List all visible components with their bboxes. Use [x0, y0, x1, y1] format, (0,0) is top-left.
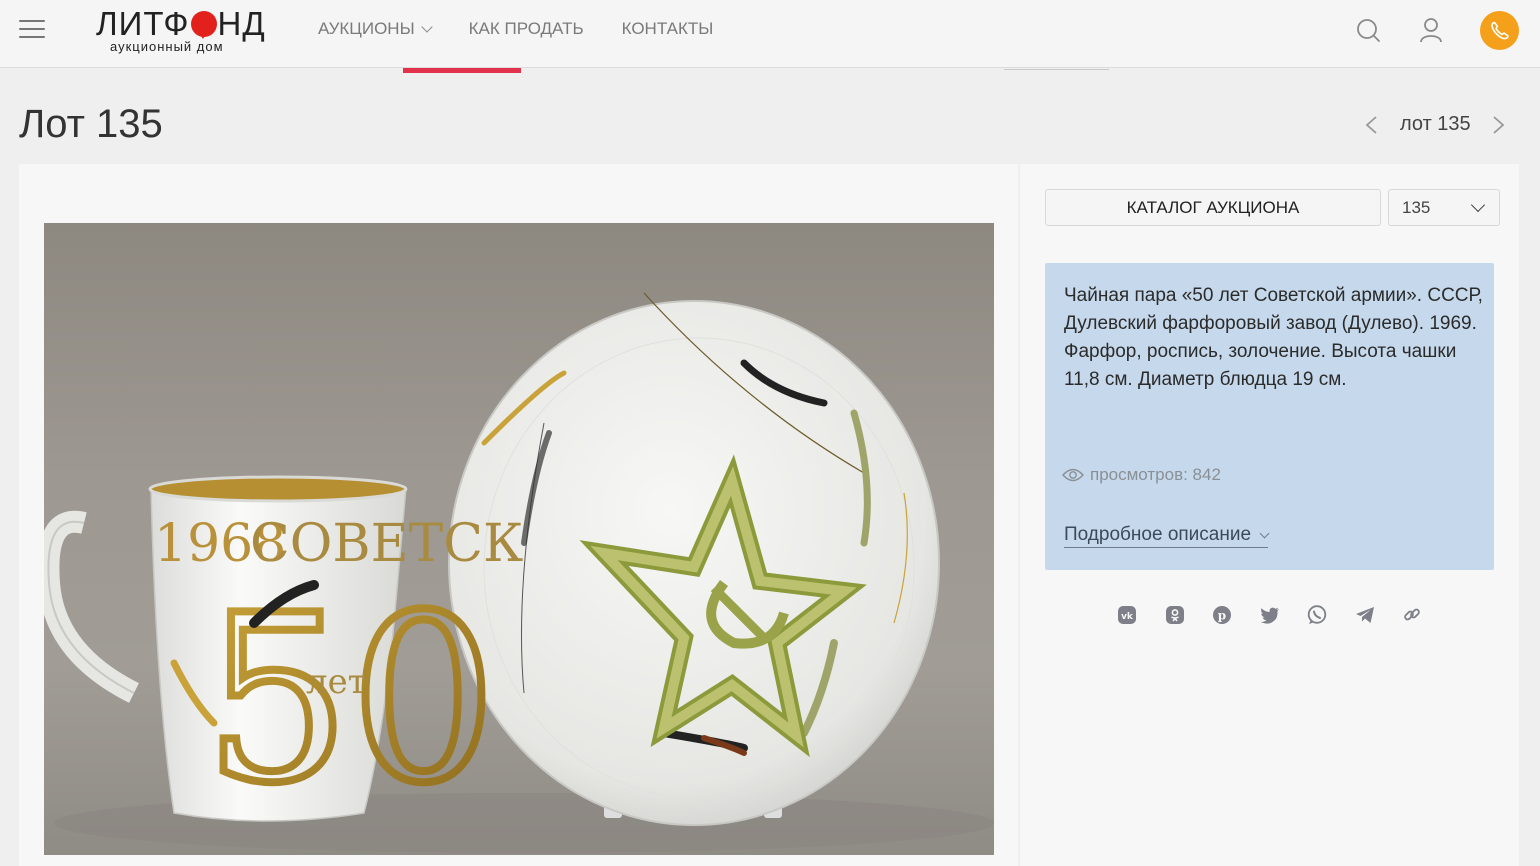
menu-icon[interactable]	[19, 20, 45, 40]
main-nav: АУКЦИОНЫ КАК ПРОДАТЬ КОНТАКТЫ	[318, 19, 751, 39]
odnoklassniki-icon[interactable]	[1162, 602, 1188, 628]
views-text: просмотров: 842	[1090, 465, 1221, 484]
user-icon[interactable]	[1417, 16, 1445, 44]
svg-text:p: p	[1218, 609, 1226, 623]
views-counter: просмотров: 842	[1062, 465, 1221, 485]
chevron-down-icon	[1470, 197, 1486, 213]
chevron-down-icon	[1259, 528, 1270, 538]
share-buttons: vk p	[1114, 602, 1447, 628]
cup-word-text: СОВЕТСК	[250, 514, 523, 574]
tea-set-image: 1968 СОВЕТСК 50 лет	[44, 292, 994, 853]
link-icon[interactable]	[1399, 602, 1425, 628]
nav-contacts[interactable]: КОНТАКТЫ	[622, 19, 714, 39]
svg-text:vk: vk	[1121, 612, 1134, 622]
telegram-icon[interactable]	[1352, 602, 1378, 628]
auction-catalog-button[interactable]: КАТАЛОГ АУКЦИОНА	[1045, 189, 1381, 226]
detailed-description-link[interactable]: Подробное описание	[1064, 524, 1270, 548]
lot-number-select[interactable]: 135	[1388, 189, 1500, 226]
lot-select-value: 135	[1402, 198, 1431, 217]
detailed-description-label: Подробное описание	[1064, 524, 1252, 545]
phone-icon	[1491, 21, 1509, 40]
lot-description: Чайная пара «50 лет Советской армии». СС…	[1064, 285, 1483, 390]
nav-how-to-sell[interactable]: КАК ПРОДАТЬ	[469, 19, 584, 39]
site-header: ЛИТФ НД аукционный дом АУКЦИОНЫ КАК ПРОДА…	[0, 0, 1540, 68]
logo-subtitle: аукционный дом	[110, 39, 224, 54]
phone-button[interactable]	[1480, 11, 1519, 50]
active-strip	[403, 68, 521, 73]
whatsapp-icon[interactable]	[1304, 602, 1330, 628]
site-logo[interactable]: ЛИТФ НД аукционный дом	[96, 6, 266, 56]
next-lot-arrow-icon[interactable]	[1488, 115, 1508, 135]
vk-icon[interactable]: vk	[1114, 602, 1140, 628]
lot-description-box: Чайная пара «50 лет Советской армии». СС…	[1045, 263, 1494, 570]
cup-years-text: лет	[306, 662, 367, 702]
lot-nav-label: лот 135	[1400, 113, 1471, 135]
divider	[1004, 69, 1109, 70]
chevron-down-icon	[420, 20, 433, 33]
lot-navigation: лот 135	[1362, 108, 1512, 142]
logo-wordmark: ЛИТФ НД	[96, 5, 266, 42]
nav-auctions[interactable]: АУКЦИОНЫ	[318, 19, 433, 39]
page-title: Лот 135	[19, 102, 163, 146]
prev-lot-arrow-icon[interactable]	[1362, 115, 1382, 135]
pinterest-icon[interactable]: p	[1209, 602, 1235, 628]
twitter-icon[interactable]	[1257, 602, 1283, 628]
search-icon[interactable]	[1354, 16, 1382, 44]
eye-icon	[1062, 468, 1084, 482]
lot-photo[interactable]: 1968 СОВЕТСК 50 лет	[44, 223, 994, 855]
